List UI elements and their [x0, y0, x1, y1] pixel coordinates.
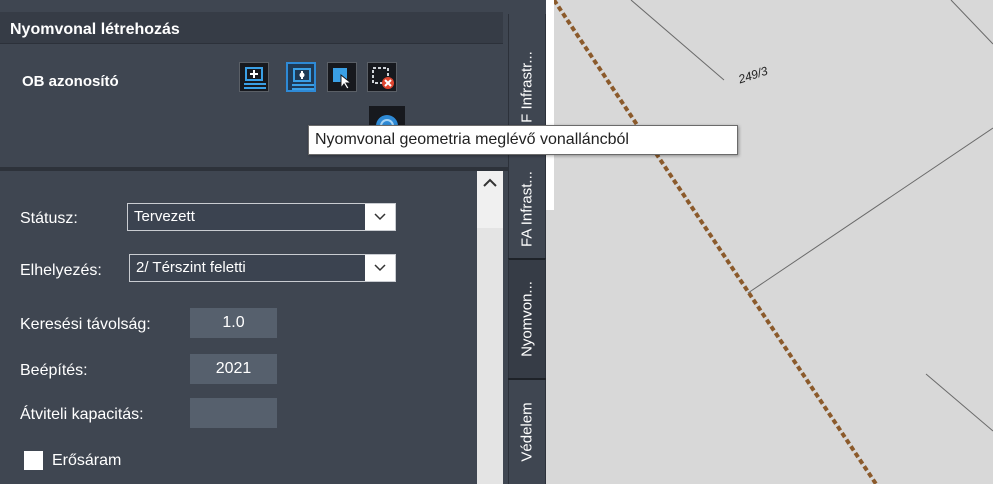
chevron-up-icon[interactable]	[482, 177, 498, 189]
tab-fa-infrastructure[interactable]: FA Infrast...	[508, 160, 546, 258]
line-from-polyline-icon	[292, 68, 314, 90]
placement-dropdown-button[interactable]	[365, 255, 395, 281]
app-window: Nyomvonal létrehozás OB azonosító Státus…	[0, 0, 993, 484]
scrollbar-thumb[interactable]	[477, 228, 503, 484]
tab-route[interactable]: Nyomvon...	[508, 258, 546, 378]
map-edge-strip	[546, 0, 554, 210]
vertical-tab-strip: F Infrastr... FA Infrast... Nyomvon... V…	[508, 0, 546, 484]
panel-title: Nyomvonal létrehozás	[10, 21, 180, 38]
chevron-down-icon	[374, 213, 386, 221]
status-select-value: Tervezett	[134, 208, 195, 225]
add-line-button[interactable]	[239, 62, 269, 92]
parcel-boundary	[630, 0, 725, 81]
tab-label: Védelem	[518, 402, 536, 462]
search-distance-field[interactable]: 1.0	[190, 308, 277, 338]
heavy-current-checkbox[interactable]	[24, 451, 43, 470]
status-dropdown-button[interactable]	[365, 204, 395, 230]
select-feature-button[interactable]	[327, 62, 357, 92]
chevron-down-icon	[374, 264, 386, 272]
panel-header: Nyomvonal létrehozás	[0, 12, 503, 44]
map-canvas[interactable]: 249/3	[546, 0, 993, 484]
status-label: Státusz:	[20, 210, 78, 227]
build-year-label: Beépítés:	[20, 362, 88, 379]
heavy-current-label: Erősáram	[52, 452, 122, 469]
search-distance-label: Keresési távolság:	[20, 316, 151, 333]
delete-selection-icon	[372, 67, 394, 89]
placement-select-value: 2/ Térszint feletti	[136, 259, 246, 276]
delete-selection-button[interactable]	[367, 62, 397, 92]
parcel-boundary	[950, 0, 993, 45]
line-from-polyline-button[interactable]	[286, 62, 316, 92]
tab-separator	[508, 378, 546, 380]
select-arrow-icon	[333, 68, 353, 90]
parcel-boundary	[925, 373, 993, 432]
capacity-field[interactable]	[190, 398, 277, 428]
tab-label: F Infrastr...	[518, 51, 536, 123]
placement-label: Elhelyezés:	[20, 262, 102, 279]
ob-id-label: OB azonosító	[22, 73, 119, 90]
hidden-label-fragment	[28, 158, 148, 166]
tab-protection[interactable]: Védelem	[508, 380, 546, 484]
add-line-icon	[244, 67, 266, 89]
toolbar-tooltip: Nyomvonal geometria meglévő vonalláncból	[308, 125, 738, 155]
capacity-label: Átviteli kapacitás:	[20, 406, 144, 423]
tab-label: Nyomvon...	[518, 281, 536, 357]
left-panel: Nyomvonal létrehozás OB azonosító Státus…	[0, 0, 508, 484]
parcel-boundary	[747, 127, 993, 294]
placement-select[interactable]: 2/ Térszint feletti	[129, 254, 396, 282]
status-select[interactable]: Tervezett	[127, 203, 396, 231]
map-geometry	[552, 0, 993, 484]
build-year-field[interactable]: 2021	[190, 354, 277, 384]
tab-label: FA Infrast...	[518, 171, 536, 247]
